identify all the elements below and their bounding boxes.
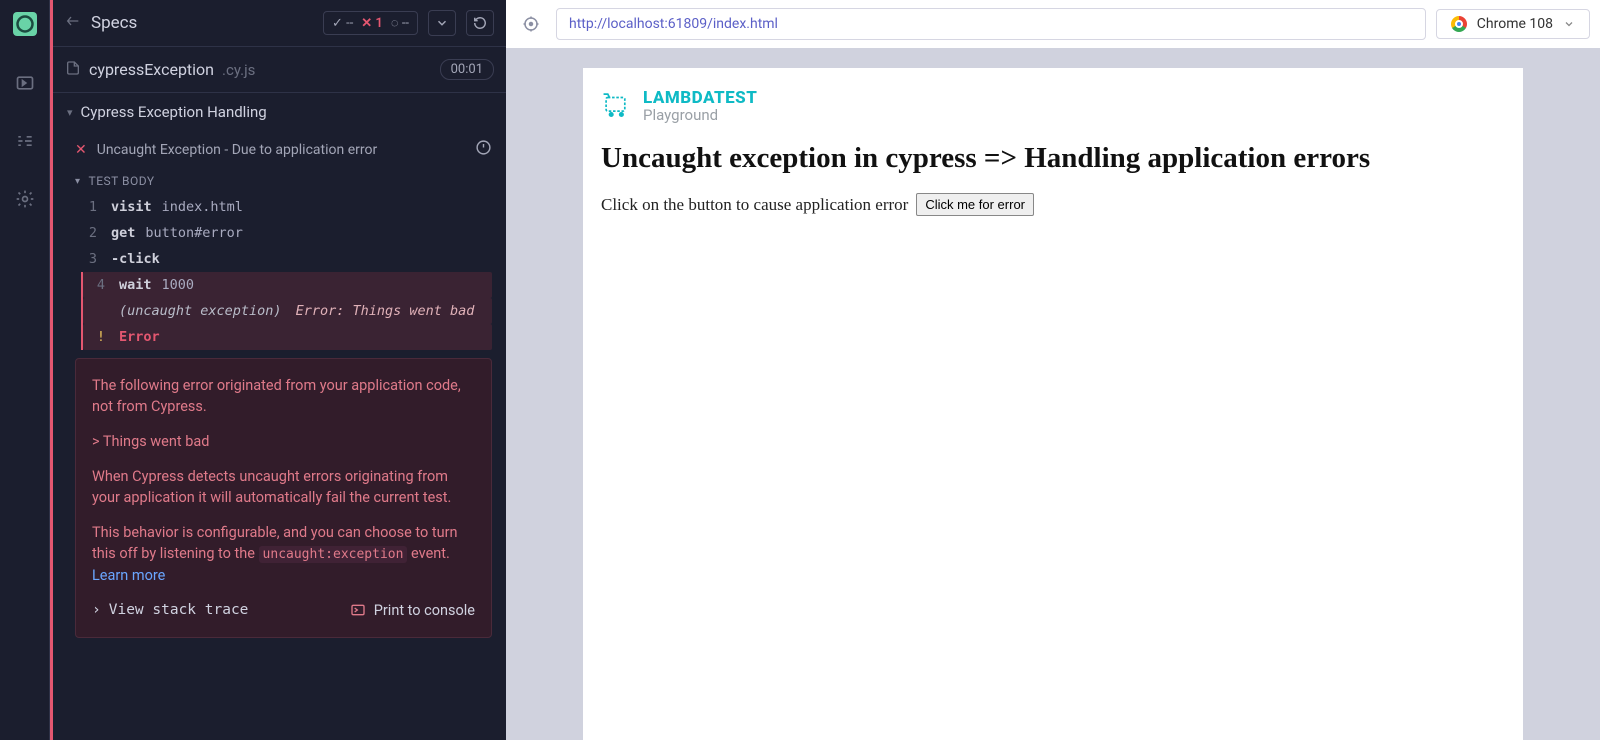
command-log: 1 visit index.html 2 get button#error 3 … [53, 194, 506, 350]
error-text: The following error originated from your… [92, 375, 475, 417]
page-prompt: Click on the button to cause application… [601, 195, 908, 215]
passed-count: ✓ -- [332, 16, 353, 31]
spec-file-row[interactable]: cypressException .cy.js 00:01 [53, 47, 506, 93]
fail-icon: ✕ [75, 142, 87, 158]
logo-text-1: LAMBDATEST [643, 88, 757, 108]
chevron-right-icon: › [92, 600, 101, 621]
browser-selector[interactable]: Chrome 108 [1436, 9, 1590, 39]
spec-file-ext: .cy.js [222, 61, 255, 79]
test-body-label[interactable]: ▾ TEST BODY [53, 168, 506, 194]
page-heading: Uncaught exception in cypress => Handlin… [601, 142, 1505, 175]
test-title: Uncaught Exception - Due to application … [97, 142, 377, 158]
test-row[interactable]: ✕ Uncaught Exception - Due to applicatio… [53, 131, 506, 168]
command-row[interactable]: 4 wait 1000 [83, 272, 492, 298]
failed-count: ✕ 1 [361, 16, 383, 31]
pending-count: ◌ -- [391, 15, 409, 31]
chrome-icon [1451, 16, 1467, 32]
panel-title: Specs [91, 13, 313, 33]
exception-row[interactable]: (uncaught exception) Error: Things went … [83, 298, 492, 324]
command-row[interactable]: 1 visit index.html [75, 194, 492, 220]
error-text: When Cypress detects uncaught errors ori… [92, 466, 475, 508]
app-page: LAMBDATEST Playground Uncaught exception… [583, 68, 1523, 740]
runs-icon[interactable] [14, 72, 36, 94]
suite-title: Cypress Exception Handling [81, 103, 267, 121]
command-row[interactable]: 2 get button#error [75, 220, 492, 246]
error-box: The following error originated from your… [75, 358, 492, 638]
stats-box: ✓ -- ✕ 1 ◌ -- [323, 11, 418, 35]
selector-playground-button[interactable] [516, 9, 546, 39]
file-icon [65, 60, 81, 80]
error-message: > Things went bad [92, 431, 475, 452]
suite-row[interactable]: ▾ Cypress Exception Handling [53, 93, 506, 131]
url-bar[interactable]: http://localhost:61809/index.html [556, 8, 1426, 40]
aut-viewport: LAMBDATEST Playground Uncaught exception… [506, 48, 1600, 740]
aut-toolbar: http://localhost:61809/index.html Chrome… [506, 0, 1600, 48]
debug-icon[interactable] [14, 130, 36, 152]
chevron-down-icon: ▾ [75, 176, 81, 187]
error-text: This behavior is configurable, and you c… [92, 522, 475, 586]
warning-icon[interactable] [475, 139, 492, 160]
learn-more-link[interactable]: Learn more [92, 567, 165, 584]
cypress-logo[interactable] [13, 12, 37, 36]
print-console-button[interactable]: Print to console [350, 600, 475, 621]
cart-icon [601, 89, 635, 123]
view-stack-trace-button[interactable]: › View stack trace [92, 600, 248, 621]
settings-icon[interactable] [14, 188, 36, 210]
rerun-button[interactable] [466, 10, 494, 36]
command-row[interactable]: 3 -click [75, 246, 492, 272]
chevron-down-icon: ▾ [67, 106, 73, 119]
reporter-panel: Specs ✓ -- ✕ 1 ◌ -- cypressException .cy… [50, 0, 506, 740]
spec-timer: 00:01 [440, 59, 494, 80]
nav-rail [0, 0, 50, 740]
spec-file-name: cypressException [89, 60, 214, 79]
code-snippet: uncaught:exception [259, 546, 408, 563]
error-button[interactable]: Click me for error [916, 193, 1034, 216]
aut-area: http://localhost:61809/index.html Chrome… [506, 0, 1600, 740]
error-row[interactable]: ! Error [83, 324, 492, 350]
lambdatest-logo: LAMBDATEST Playground [601, 88, 1505, 124]
next-test-button[interactable] [428, 10, 456, 36]
logo-text-2: Playground [643, 106, 757, 124]
collapse-icon[interactable] [65, 13, 81, 33]
panel-header: Specs ✓ -- ✕ 1 ◌ -- [53, 0, 506, 47]
